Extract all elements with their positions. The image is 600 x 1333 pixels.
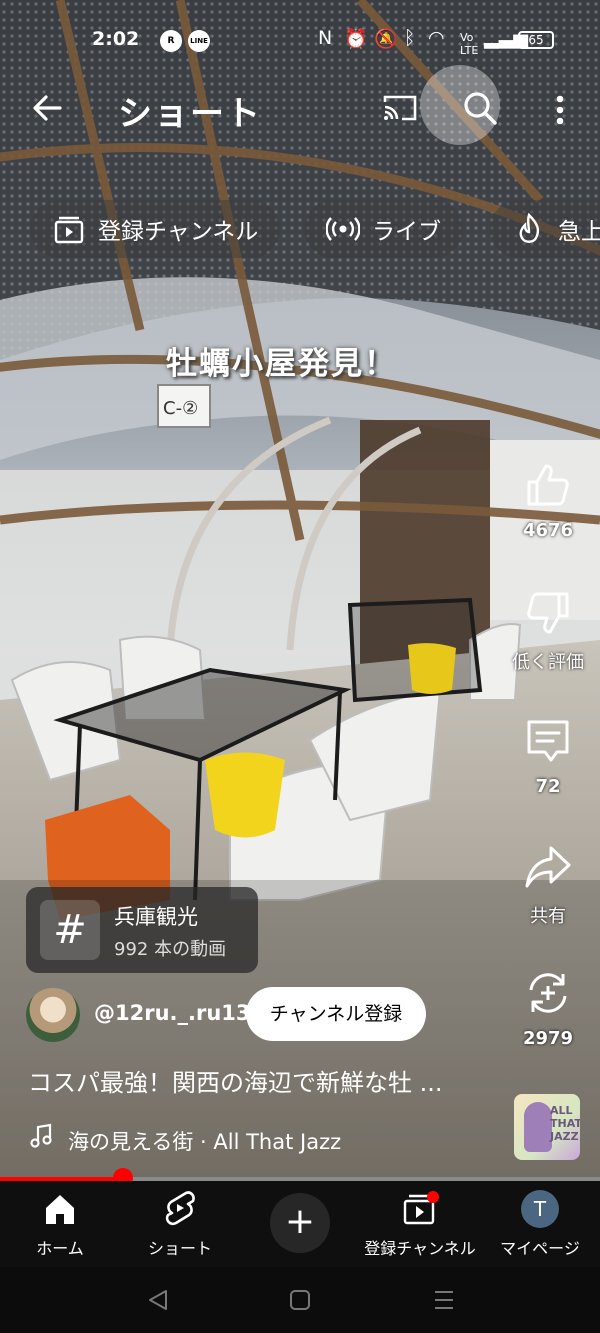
search-icon <box>464 92 497 125</box>
mute-icon: 🔕 <box>374 28 398 50</box>
hashtag-title: 兵庫観光 <box>114 905 198 929</box>
alarm-icon: ⏰ <box>344 28 368 50</box>
app-badge-icon: R <box>160 30 182 52</box>
system-back-button[interactable] <box>138 1283 178 1317</box>
like-button[interactable]: 4676 <box>506 460 590 541</box>
wifi-icon: ◠ <box>428 27 445 49</box>
back-icon <box>149 1290 167 1310</box>
recents-icon <box>435 1291 453 1309</box>
home-icon <box>290 1290 310 1310</box>
remix-icon <box>529 973 567 1013</box>
create-button[interactable]: + <box>270 1193 330 1253</box>
channel-handle[interactable]: @12ru._.ru13 <box>94 1001 251 1025</box>
more-button[interactable] <box>552 90 568 130</box>
live-icon <box>326 217 360 241</box>
nfc-icon: N <box>318 27 333 49</box>
bottom-navigation: ホーム ショート + 登録チャンネル T マイページ <box>0 1181 600 1267</box>
notification-dot <box>427 1191 439 1203</box>
feed-filter-chips: 登録チャンネル ライブ 急上 <box>0 200 600 260</box>
chip-label: 急上 <box>558 219 600 245</box>
svg-text:C-②: C-② <box>163 398 198 419</box>
channel-avatar[interactable] <box>26 988 80 1042</box>
share-label: 共有 <box>530 906 566 927</box>
volte-icon: Vo LTE <box>460 31 479 57</box>
nav-home[interactable]: ホーム <box>0 1189 120 1259</box>
thumbs-down-icon <box>527 592 569 634</box>
hashtag-card[interactable]: # 兵庫観光 992 本の動画 <box>26 887 258 973</box>
music-thumbnail[interactable]: ALL THAT JAZZ <box>514 1094 580 1160</box>
search-button[interactable] <box>460 88 500 128</box>
thumbs-up-icon <box>527 464 569 506</box>
battery-icon: 65 <box>518 31 554 49</box>
plus-icon: + <box>284 1201 316 1242</box>
nav-label: 登録チャンネル <box>364 1239 476 1258</box>
nav-label: ホーム <box>36 1239 84 1258</box>
avatar: T <box>521 1190 559 1228</box>
nav-label: ショート <box>147 1239 212 1258</box>
system-recents-button[interactable] <box>424 1283 464 1317</box>
nav-subscriptions[interactable]: 登録チャンネル <box>360 1189 480 1259</box>
back-button[interactable] <box>28 88 68 128</box>
comment-icon <box>527 720 569 762</box>
share-button[interactable]: 共有 <box>506 842 590 928</box>
line-app-icon: LINE <box>188 30 210 52</box>
bluetooth-icon: ᛒ <box>404 27 416 49</box>
page-title: ショート <box>118 94 262 134</box>
nav-label: マイページ <box>500 1239 580 1258</box>
status-bar: 2:02 R LINE N ⏰ 🔕 ᛒ ◠ Vo LTE ▂▃▅ 65 <box>0 22 600 60</box>
video-caption: 牡蠣小屋発見！ <box>166 346 397 382</box>
album-art-text: ALL THAT JAZZ <box>550 1104 580 1143</box>
home-icon <box>46 1195 74 1224</box>
share-icon <box>525 846 571 888</box>
arrow-left-icon <box>33 95 62 121</box>
trending-icon <box>519 212 540 243</box>
music-info[interactable]: 海の見える街 · All That Jazz <box>28 1123 341 1156</box>
subscribe-button[interactable]: チャンネル登録 <box>246 987 426 1041</box>
nav-shorts[interactable]: ショート <box>120 1189 240 1259</box>
remix-button[interactable]: 2979 <box>506 968 590 1049</box>
status-time: 2:02 <box>92 28 140 50</box>
music-note-icon <box>30 1123 52 1148</box>
chip-trending[interactable]: 急上 <box>490 200 600 258</box>
chip-subscriptions[interactable]: 登録チャンネル <box>30 200 281 258</box>
music-title: 海の見える街 · All That Jazz <box>68 1130 342 1154</box>
subscriptions-icon <box>54 216 84 244</box>
chip-label: 登録チャンネル <box>98 219 259 245</box>
comment-count: 72 <box>535 776 561 797</box>
top-app-bar: ショート <box>0 80 600 136</box>
comments-button[interactable]: 72 <box>506 716 590 797</box>
remix-count: 2979 <box>522 1028 574 1049</box>
hashtag-video-count: 992 本の動画 <box>114 939 227 960</box>
cast-icon <box>383 95 417 121</box>
shorts-icon <box>165 1191 195 1226</box>
album-art-figure <box>524 1102 552 1152</box>
dislike-label: 低く評価 <box>512 652 584 673</box>
chip-live[interactable]: ライブ <box>304 200 463 258</box>
dislike-button[interactable]: 低く評価 <box>506 588 590 674</box>
system-home-button[interactable] <box>280 1283 320 1317</box>
chip-label: ライブ <box>372 219 441 245</box>
system-navigation-bar <box>0 1267 600 1333</box>
video-description[interactable]: コスパ最強！関西の海辺で新鮮な牡 ... <box>28 1063 443 1098</box>
more-vertical-icon <box>556 95 564 125</box>
nav-you[interactable]: T マイページ <box>480 1189 600 1259</box>
like-count: 4676 <box>522 520 574 541</box>
hashtag-icon: # <box>40 900 100 960</box>
cast-button[interactable] <box>382 94 418 122</box>
